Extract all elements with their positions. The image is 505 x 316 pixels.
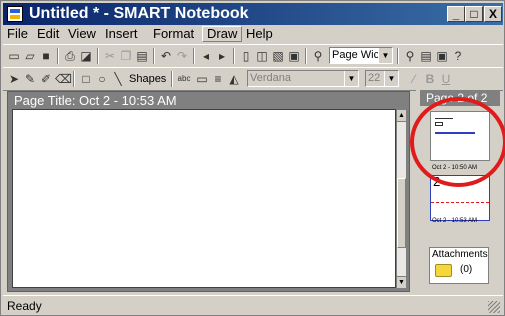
zoom-out-icon[interactable]: ⚲ — [403, 49, 417, 63]
full-screen-icon[interactable]: ▣ — [435, 49, 449, 63]
zoom-select[interactable]: Page Wic ▼ — [329, 47, 393, 64]
page-area: Page Title: Oct 2 - 10:53 AM ▲ ▼ — [7, 91, 410, 292]
font-select-value: Verdana — [250, 72, 291, 84]
clone-page-icon[interactable]: ◫ — [255, 49, 269, 63]
maximize-button[interactable]: □ — [465, 6, 483, 22]
menu-insert[interactable]: Insert — [101, 26, 142, 42]
smart-notebook-app-icon[interactable] — [7, 6, 23, 22]
chevron-down-icon[interactable]: ▼ — [344, 71, 358, 86]
ellipse-icon[interactable]: ○ — [95, 72, 109, 86]
insert-blank-page-icon[interactable]: ▯ — [239, 49, 253, 63]
redo-icon[interactable]: ↷ — [175, 49, 189, 63]
zoom-icon[interactable]: ⚲ — [311, 49, 325, 63]
select-arrow-icon[interactable]: ➤ — [7, 72, 21, 86]
pen-icon[interactable]: ✎ — [23, 72, 37, 86]
thumbnail-label: Oct 2 - 10:53 AM — [432, 218, 478, 224]
eraser-icon[interactable]: ⌫ — [55, 72, 72, 86]
undo-icon[interactable]: ↶ — [159, 49, 173, 63]
menu-edit[interactable]: Edit — [33, 26, 63, 42]
underline-button[interactable]: U — [439, 72, 453, 86]
line-style-icon[interactable]: ≡ — [211, 72, 225, 86]
help-icon[interactable]: ? — [451, 49, 465, 63]
attachments-panel[interactable]: Attachments (0) — [429, 247, 489, 284]
delete-page-icon[interactable]: ▧ — [271, 49, 285, 63]
status-text: Ready — [7, 299, 42, 313]
highlight-circle — [410, 97, 505, 187]
previous-page-icon[interactable]: ◂ — [199, 49, 213, 63]
close-button[interactable]: X — [484, 6, 502, 22]
menu-help[interactable]: Help — [242, 26, 277, 42]
font-select[interactable]: Verdana ▼ — [247, 70, 359, 87]
whiteboard-canvas[interactable] — [12, 109, 396, 288]
next-page-icon[interactable]: ▸ — [215, 49, 229, 63]
print-icon[interactable]: ⎙ — [63, 49, 77, 63]
vertical-scrollbar[interactable]: ▲ ▼ — [396, 109, 407, 288]
app-window: Untitled * - SMART Notebook _ □ X File E… — [0, 0, 505, 316]
creative-pen-icon[interactable]: ✐ — [39, 72, 53, 86]
attachments-label: Attachments — [432, 249, 488, 260]
print-preview-icon[interactable]: ◪ — [79, 49, 93, 63]
window-title: Untitled * - SMART Notebook — [29, 5, 249, 22]
font-size-select[interactable]: 22 ▼ — [365, 70, 399, 87]
attachments-count: (0) — [460, 264, 473, 275]
menu-draw[interactable]: Draw — [202, 26, 243, 42]
status-bar: Ready — [3, 295, 503, 315]
standard-toolbar: ▭ ▱ ■ ⎙ ◪ ✂ ❐ ▤ ↶ ↷ ◂ ▸ ▯ ◫ ▧ ▣ ⚲ Page W… — [3, 44, 503, 68]
line-icon[interactable]: ╲ — [111, 72, 125, 86]
transparency-icon[interactable]: ◭ — [227, 72, 241, 86]
menu-format[interactable]: Format — [149, 26, 198, 42]
save-icon[interactable]: ■ — [39, 49, 53, 63]
bold-button[interactable]: B — [423, 72, 437, 86]
folder-icon[interactable] — [435, 264, 452, 277]
open-icon[interactable]: ▱ — [23, 49, 37, 63]
shapes-button[interactable]: Shapes — [129, 72, 166, 86]
chevron-down-icon[interactable]: ▼ — [384, 71, 398, 86]
resize-grip-icon[interactable] — [488, 301, 500, 313]
scroll-thumb[interactable] — [397, 178, 406, 248]
new-icon[interactable]: ▭ — [7, 49, 21, 63]
menu-file[interactable]: File — [3, 26, 32, 42]
cut-icon[interactable]: ✂ — [103, 49, 117, 63]
rectangle-icon[interactable]: □ — [79, 72, 93, 86]
scroll-down-button[interactable]: ▼ — [397, 276, 406, 288]
fill-icon[interactable]: ▭ — [195, 72, 209, 86]
paste-icon[interactable]: ▤ — [135, 49, 149, 63]
italic-icon[interactable]: ⁄ — [407, 72, 421, 86]
capture-icon[interactable]: ▣ — [287, 49, 301, 63]
minimize-button[interactable]: _ — [447, 6, 465, 22]
menu-bar: File Edit View Insert Format Draw Help — [3, 25, 503, 43]
menu-view[interactable]: View — [64, 26, 100, 42]
page-title: Page Title: Oct 2 - 10:53 AM — [14, 93, 177, 108]
text-icon[interactable]: abc — [177, 72, 191, 86]
scroll-up-button[interactable]: ▲ — [397, 110, 406, 122]
screen-shade-icon[interactable]: ▤ — [419, 49, 433, 63]
chevron-down-icon[interactable]: ▼ — [378, 48, 392, 63]
copy-icon[interactable]: ❐ — [119, 49, 133, 63]
zoom-select-value: Page Wic — [332, 49, 380, 61]
font-size-value: 22 — [368, 72, 381, 84]
title-bar[interactable]: Untitled * - SMART Notebook _ □ X — [3, 3, 503, 25]
